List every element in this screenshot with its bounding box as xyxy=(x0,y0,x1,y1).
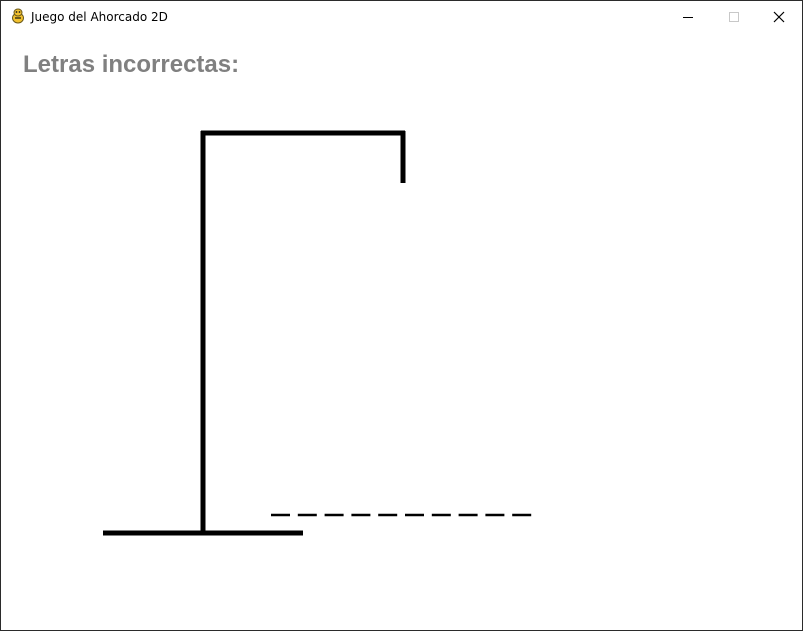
hangman-drawing xyxy=(103,130,532,536)
title-bar[interactable]: Juego del Ahorcado 2D xyxy=(1,1,802,33)
close-button[interactable] xyxy=(756,1,802,33)
pygame-snake-icon xyxy=(10,8,26,24)
minimize-icon xyxy=(683,17,693,18)
window-title: Juego del Ahorcado 2D xyxy=(31,10,168,24)
minimize-button[interactable] xyxy=(665,1,711,33)
maximize-icon xyxy=(729,12,739,22)
game-window: Juego del Ahorcado 2D Letras incorrectas… xyxy=(0,0,803,631)
game-canvas[interactable]: Letras incorrectas: xyxy=(1,33,802,630)
close-icon xyxy=(773,11,785,23)
maximize-button[interactable] xyxy=(711,1,757,33)
